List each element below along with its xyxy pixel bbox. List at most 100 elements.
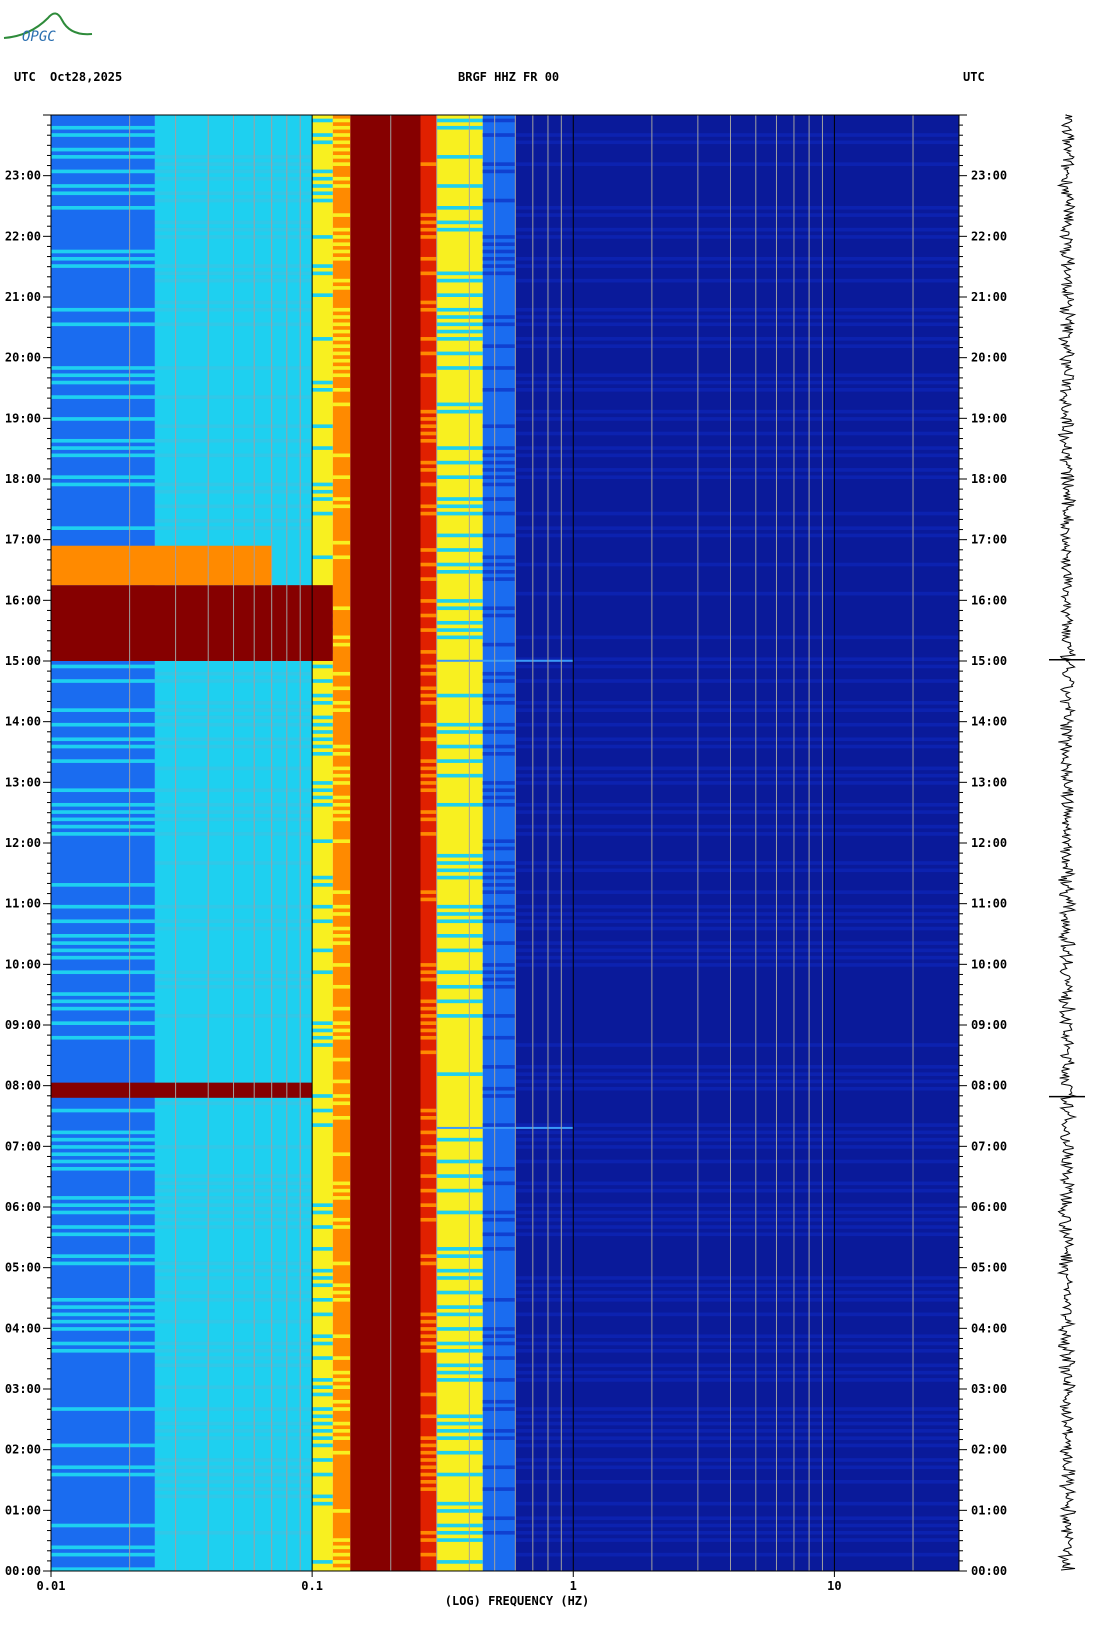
spectral-stripe bbox=[515, 1443, 959, 1448]
spectral-stripe bbox=[51, 992, 155, 996]
spectral-stripe bbox=[332, 133, 351, 137]
spectral-stripe bbox=[51, 832, 155, 836]
y-tick-label-right: 23:00 bbox=[971, 169, 1007, 183]
spectral-stripe bbox=[420, 235, 437, 239]
spectral-stripe bbox=[515, 1072, 959, 1076]
spectral-stripe bbox=[51, 679, 155, 683]
spectral-stripe bbox=[436, 693, 483, 698]
spectral-stripe bbox=[51, 1523, 155, 1528]
spectral-stripe bbox=[482, 1035, 516, 1040]
spectral-stripe bbox=[51, 206, 155, 210]
spectral-stripe bbox=[51, 817, 155, 822]
spectral-stripe bbox=[332, 402, 351, 407]
spectral-stripe bbox=[332, 1334, 351, 1339]
spectral-stripe bbox=[51, 133, 155, 137]
spectral-stripe bbox=[312, 839, 333, 843]
spectral-stripe bbox=[312, 701, 333, 705]
spectral-stripe bbox=[312, 744, 333, 749]
spectral-stripe bbox=[515, 1181, 959, 1186]
spectral-stripe bbox=[515, 679, 959, 683]
spectral-stripe bbox=[515, 264, 959, 268]
spectrogram-figure: OPGC UTC Oct28,2025 BRGF HHZ FR 00 UTC 0… bbox=[3, 12, 1085, 1608]
y-tick-label-left: 22:00 bbox=[5, 229, 41, 243]
spectral-stripe bbox=[515, 322, 959, 327]
spectral-stripe bbox=[436, 1072, 483, 1076]
spectral-stripe bbox=[482, 475, 516, 479]
spectral-stripe bbox=[436, 919, 483, 924]
spectral-stripe bbox=[420, 1487, 437, 1491]
spectral-stripe bbox=[312, 1356, 333, 1360]
y-tick-label-right: 02:00 bbox=[971, 1443, 1007, 1457]
spectral-stripe bbox=[436, 1341, 483, 1346]
spectral-stripe bbox=[482, 1516, 516, 1521]
spectral-stripe bbox=[515, 1334, 959, 1339]
spectral-stripe bbox=[420, 256, 437, 261]
spectral-stripe bbox=[312, 1021, 333, 1025]
spectral-stripe bbox=[312, 1385, 333, 1389]
spectral-stripe bbox=[482, 446, 516, 450]
spectral-stripe bbox=[515, 664, 959, 669]
spectral-stripe bbox=[332, 1545, 351, 1550]
event-band bbox=[436, 659, 574, 662]
spectral-stripe bbox=[515, 446, 959, 450]
spectral-stripe bbox=[482, 1530, 516, 1535]
spectral-stripe bbox=[482, 169, 516, 174]
spectral-stripe bbox=[515, 868, 959, 873]
spectral-stripe bbox=[51, 264, 155, 268]
spectral-stripe bbox=[420, 1116, 437, 1120]
spectral-stripe bbox=[332, 322, 351, 327]
spectral-stripe bbox=[332, 912, 351, 916]
spectral-stripe bbox=[515, 701, 959, 705]
spectral-stripe bbox=[332, 773, 351, 778]
spectral-stripe bbox=[436, 904, 483, 909]
spectral-stripe bbox=[51, 1145, 155, 1149]
spectral-stripe bbox=[420, 897, 437, 902]
spectral-stripe bbox=[51, 664, 155, 669]
y-tick-label-right: 20:00 bbox=[971, 351, 1007, 365]
spectral-stripe bbox=[436, 351, 483, 356]
spectral-stripe bbox=[51, 1035, 155, 1040]
spectral-stripe bbox=[51, 1021, 155, 1025]
spectral-stripe bbox=[332, 802, 351, 807]
spectral-stripe bbox=[482, 1247, 516, 1251]
spectral-stripe bbox=[515, 417, 959, 421]
spectral-stripe bbox=[332, 1225, 351, 1229]
spectral-stripe bbox=[436, 460, 483, 465]
spectral-stripe bbox=[515, 526, 959, 530]
spectral-stripe bbox=[420, 1312, 437, 1317]
spectral-stripe bbox=[482, 315, 516, 319]
spectral-stripe bbox=[420, 1458, 437, 1462]
spectral-stripe bbox=[436, 606, 483, 611]
spectral-stripe bbox=[51, 395, 155, 399]
y-tick-label-right: 21:00 bbox=[971, 290, 1007, 304]
spectral-stripe bbox=[515, 1538, 959, 1542]
spectral-stripe bbox=[515, 1501, 959, 1506]
spectral-stripe bbox=[515, 773, 959, 778]
spectral-stripe bbox=[332, 1290, 351, 1295]
spectral-stripe bbox=[420, 1436, 437, 1440]
spectral-stripe bbox=[332, 1181, 351, 1186]
spectral-stripe bbox=[420, 671, 437, 676]
spectral-stripe bbox=[482, 839, 516, 843]
spectral-stripe bbox=[515, 278, 959, 283]
spectral-stripe bbox=[436, 912, 483, 916]
spectral-stripe bbox=[332, 1560, 351, 1564]
spectral-stripe bbox=[332, 307, 351, 312]
spectral-stripe bbox=[515, 562, 959, 567]
spectral-stripe bbox=[482, 722, 516, 727]
y-tick-label-right: 04:00 bbox=[971, 1321, 1007, 1335]
y-tick-label-right: 22:00 bbox=[971, 229, 1007, 243]
spectral-stripe bbox=[420, 1254, 437, 1258]
spectral-stripe bbox=[420, 773, 437, 778]
spectral-stripe bbox=[312, 169, 333, 174]
spectral-stripe bbox=[312, 1276, 333, 1280]
spectral-stripe bbox=[515, 1341, 959, 1346]
spectral-stripe bbox=[436, 155, 483, 159]
y-tick-label-left: 12:00 bbox=[5, 836, 41, 850]
spectral-stripe bbox=[482, 1341, 516, 1346]
spectral-stripe bbox=[420, 788, 437, 793]
spectral-stripe bbox=[515, 781, 959, 785]
spectral-stripe bbox=[312, 1108, 333, 1113]
spectral-stripe bbox=[515, 591, 959, 596]
spectral-stripe bbox=[482, 744, 516, 749]
